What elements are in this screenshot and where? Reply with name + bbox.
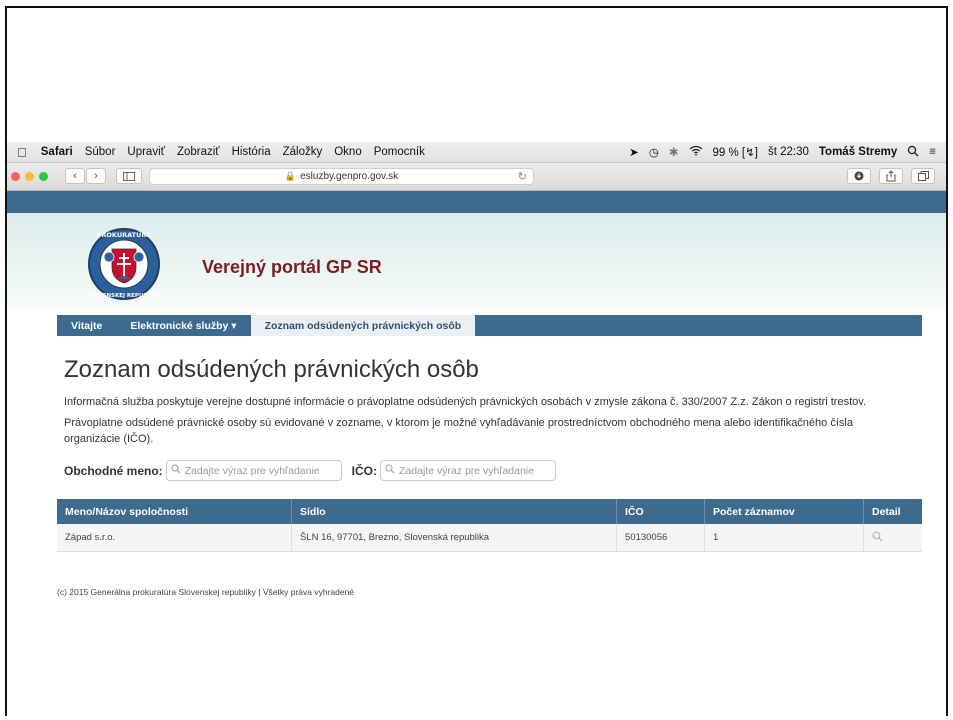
site-title[interactable]: Verejný portál GP SR [202, 257, 382, 278]
site-header: PROKURATÚRA SLOVENSKEJ REPUBLIKY Verejný… [7, 213, 946, 308]
macos-menu-bar:  Safari Súbor Upraviť Zobraziť História… [7, 142, 946, 163]
bluetooth-icon[interactable]: ✱ [669, 145, 679, 159]
time-machine-icon[interactable]: ◷ [649, 145, 659, 159]
menu-help[interactable]: Pomocník [374, 146, 425, 158]
menu-edit[interactable]: Upraviť [127, 146, 165, 158]
table-row: Západ s.r.o. ŠLN 16, 97701, Brezno, Slov… [57, 524, 922, 552]
menu-history[interactable]: História [232, 146, 271, 158]
column-header-detail: Detail [863, 499, 922, 524]
menu-window[interactable]: Okno [334, 146, 362, 158]
cell-name: Západ s.r.o. [57, 524, 292, 552]
cell-seat: ŠLN 16, 97701, Brezno, Slovenská republi… [291, 524, 617, 552]
apple-icon[interactable]:  [17, 145, 27, 160]
site-top-strip [7, 191, 946, 213]
name-search-placeholder: Zadajte výraz pre vyhľadanie [184, 464, 320, 477]
download-icon [854, 171, 864, 181]
tabs-icon [917, 171, 929, 181]
lock-icon: 🔒 [284, 171, 297, 181]
search-form: Obchodné meno: Zadajte výraz pre vyhľada… [64, 460, 557, 481]
close-window-button[interactable] [11, 172, 20, 181]
screenshot-frame:  Safari Súbor Upraviť Zobraziť História… [5, 6, 948, 716]
address-bar[interactable]: 🔒 esluzby.genpro.gov.sk ↻ [149, 168, 534, 185]
wifi-icon[interactable] [689, 145, 703, 159]
cell-count: 1 [704, 524, 864, 552]
search-icon [171, 464, 181, 477]
reload-icon[interactable]: ↻ [518, 170, 527, 183]
menu-user[interactable]: Tomáš Stremy [819, 146, 897, 158]
window-controls [11, 172, 48, 181]
menu-clock[interactable]: št 22:30 [768, 146, 809, 158]
ico-search-placeholder: Zadajte výraz pre vyhľadanie [399, 464, 534, 477]
nav-item-electronic-services[interactable]: Elektronické služby ▾ [116, 315, 250, 336]
sidebar-icon [123, 171, 135, 181]
page-title: Zoznam odsúdených právnických osôb [64, 356, 479, 383]
zoom-window-button[interactable] [39, 172, 48, 181]
spotlight-search-icon[interactable] [907, 145, 919, 160]
detail-search-icon[interactable] [872, 531, 883, 545]
column-header-ico[interactable]: IČO [616, 499, 705, 524]
column-header-name[interactable]: Meno/Názov spoločnosti [57, 499, 292, 524]
cell-ico: 50130056 [616, 524, 705, 552]
battery-status[interactable]: 99 % [↯] [713, 145, 758, 159]
menu-app-safari[interactable]: Safari [41, 146, 73, 158]
intro-paragraph-2: Právoplatne odsúdené právnické osoby sú … [64, 417, 853, 445]
location-arrow-icon[interactable]: ➤ [629, 145, 639, 159]
menu-file[interactable]: Súbor [85, 146, 116, 158]
safari-toolbar: ‹ › 🔒 esluzby.genpro.gov.sk ↻ [7, 163, 946, 191]
nav-item-convicted-list[interactable]: Zoznam odsúdených právnických osôb [250, 315, 476, 336]
prosecutor-emblem-logo: PROKURATÚRA SLOVENSKEJ REPUBLIKY [79, 227, 169, 302]
name-search-label: Obchodné meno: [64, 463, 163, 478]
ico-search-input[interactable]: Zadajte výraz pre vyhľadanie [380, 460, 557, 481]
column-header-count[interactable]: Počet záznamov [704, 499, 864, 524]
share-icon [886, 170, 896, 182]
svg-text:SLOVENSKEJ REPUBLIKY: SLOVENSKEJ REPUBLIKY [87, 293, 163, 299]
main-nav: Vitajte Elektronické služby ▾ Zoznam ods… [57, 315, 922, 336]
column-header-seat[interactable]: Sídlo [291, 499, 617, 524]
back-button[interactable]: ‹ [65, 168, 85, 184]
notification-center-icon[interactable]: ≡ [929, 146, 936, 158]
sidebar-toggle-button[interactable] [116, 168, 142, 184]
search-icon [385, 464, 395, 477]
menu-view[interactable]: Zobraziť [177, 146, 220, 158]
nav-item-home[interactable]: Vitajte [57, 315, 116, 336]
menu-bookmarks[interactable]: Záložky [283, 146, 323, 158]
battery-icon: [↯] [741, 147, 758, 159]
results-table: Meno/Názov spoločnosti Sídlo IČO Počet z… [57, 499, 922, 552]
svg-text:PROKURATÚRA: PROKURATÚRA [97, 230, 152, 239]
battery-percent: 99 % [712, 147, 739, 159]
tabs-overview-button[interactable] [911, 168, 935, 184]
table-header-row: Meno/Názov spoločnosti Sídlo IČO Počet z… [57, 499, 922, 524]
share-button[interactable] [879, 168, 903, 184]
forward-button[interactable]: › [86, 168, 106, 184]
ico-search-label: IČO: [351, 463, 378, 478]
downloads-button[interactable] [847, 168, 871, 184]
page-footer: (c) 2015 Generálna prokuratúra Slovenske… [57, 587, 355, 597]
minimize-window-button[interactable] [25, 172, 34, 181]
cell-detail [863, 524, 922, 552]
address-url: esluzby.genpro.gov.sk [300, 171, 399, 182]
intro-paragraph: Informačná služba poskytuje verejne dost… [64, 396, 867, 408]
name-search-input[interactable]: Zadajte výraz pre vyhľadanie [165, 460, 342, 481]
